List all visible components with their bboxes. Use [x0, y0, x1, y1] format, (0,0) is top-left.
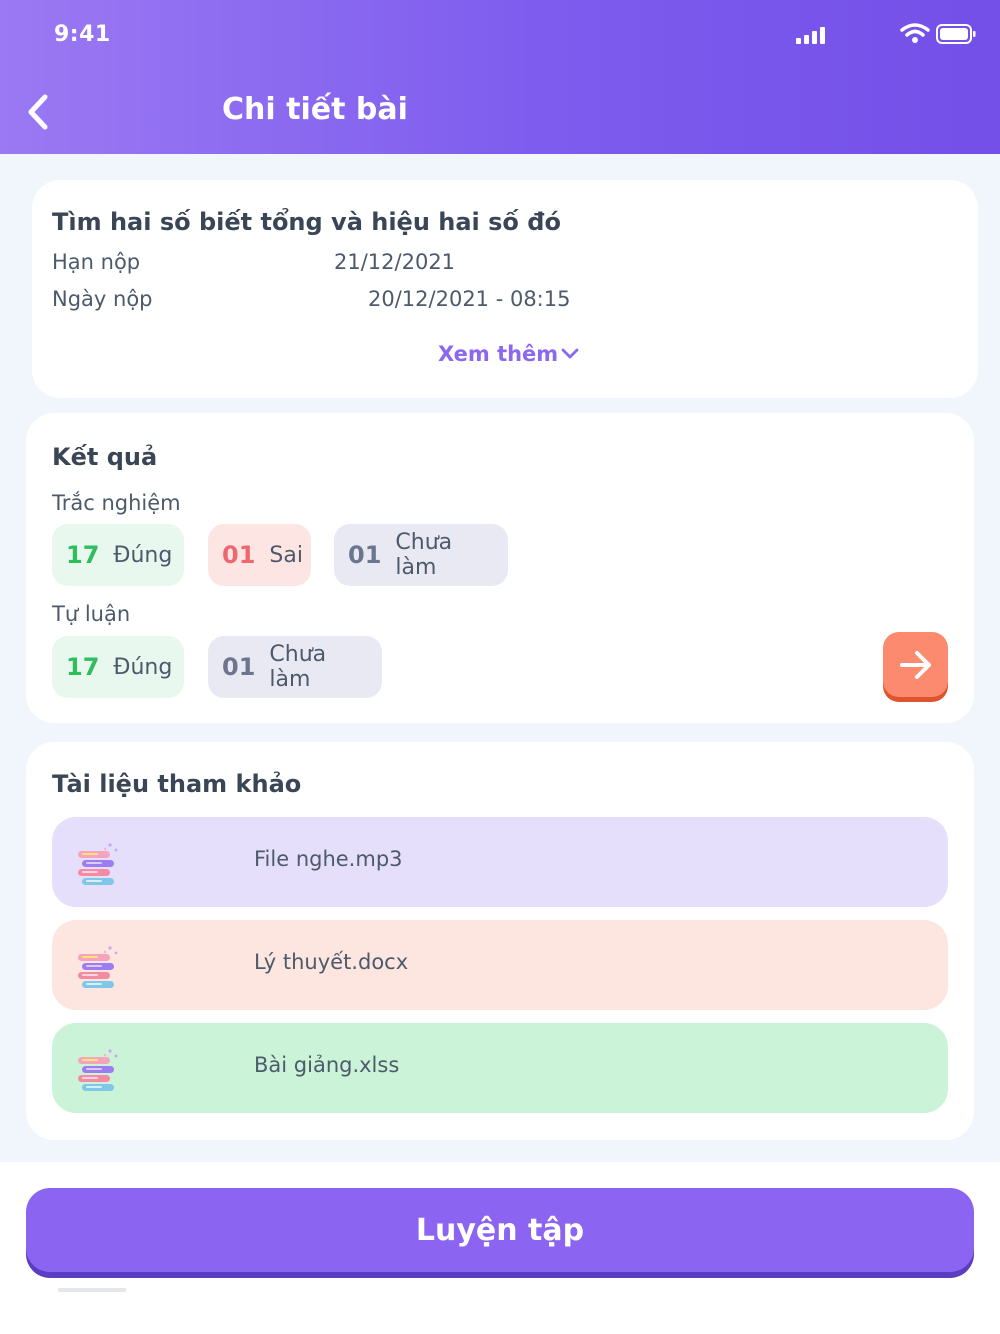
file-name: File nghe.mp3 [254, 847, 403, 871]
multiple-choice-label: Trắc nghiệm [52, 491, 181, 515]
references-title: Tài liệu tham khảo [52, 770, 302, 798]
essay-label: Tự luận [52, 602, 131, 626]
page-title: Chi tiết bài [222, 92, 408, 127]
cellular-signal-icon [796, 26, 826, 44]
mc-undone-badge: 01 Chưa làm [334, 524, 508, 586]
chevron-left-icon [28, 94, 48, 130]
mc-wrong-label: Sai [269, 542, 303, 568]
arrow-right-icon [899, 650, 931, 679]
essay-undone-count: 01 [222, 653, 256, 681]
status-time: 9:41 [54, 22, 111, 47]
deadline-value: 21/12/2021 [334, 250, 456, 274]
essay-correct-label: Đúng [113, 654, 173, 680]
bottom-bar: Luyện tập [0, 1162, 1000, 1334]
lesson-title: Tìm hai số biết tổng và hiệu hai số đó [52, 208, 561, 236]
submitted-value: 20/12/2021 - 08:15 [368, 287, 571, 311]
mc-wrong-count: 01 [222, 541, 256, 569]
see-more-label: Xem thêm [438, 342, 559, 366]
file-item-document[interactable]: Lý thuyết.docx [52, 920, 948, 1010]
file-item-spreadsheet[interactable]: Bài giảng.xlss [52, 1023, 948, 1113]
result-title: Kết quả [52, 443, 158, 471]
deadline-label: Hạn nộp [52, 250, 141, 274]
books-icon [78, 843, 118, 885]
mc-undone-label: Chưa làm [395, 530, 453, 580]
essay-undone-badge: 01 Chưa làm [208, 636, 382, 698]
back-button[interactable] [18, 90, 58, 134]
file-item-audio[interactable]: File nghe.mp3 [52, 817, 948, 907]
submitted-label: Ngày nộp [52, 287, 153, 311]
mc-correct-label: Đúng [113, 542, 173, 568]
wifi-icon [900, 23, 930, 43]
references-card: Tài liệu tham khảo File nghe.mp3 Lý thuy… [26, 742, 974, 1140]
practice-button[interactable]: Luyện tập [26, 1188, 974, 1272]
mc-correct-count: 17 [66, 541, 100, 569]
file-name: Lý thuyết.docx [254, 950, 409, 974]
lesson-info-card: Tìm hai số biết tổng và hiệu hai số đó H… [32, 180, 978, 398]
essay-undone-label: Chưa làm [269, 642, 327, 692]
result-card: Kết quả Trắc nghiệm 17 Đúng 01 Sai 01 Ch… [26, 413, 974, 723]
mc-undone-count: 01 [348, 541, 382, 569]
see-more-link[interactable]: Xem thêm [438, 342, 580, 366]
file-name: Bài giảng.xlss [254, 1053, 400, 1077]
books-icon [78, 1049, 118, 1091]
books-icon [78, 946, 118, 988]
home-indicator [58, 1288, 126, 1292]
header-bar: 9:41 Chi tiết bài [0, 0, 1000, 154]
view-result-button[interactable] [883, 632, 948, 697]
mc-wrong-badge: 01 Sai [208, 524, 311, 586]
mc-correct-badge: 17 Đúng [52, 524, 184, 586]
chevron-down-icon [561, 348, 579, 359]
essay-correct-count: 17 [66, 653, 100, 681]
battery-icon [936, 24, 976, 44]
essay-correct-badge: 17 Đúng [52, 636, 184, 698]
